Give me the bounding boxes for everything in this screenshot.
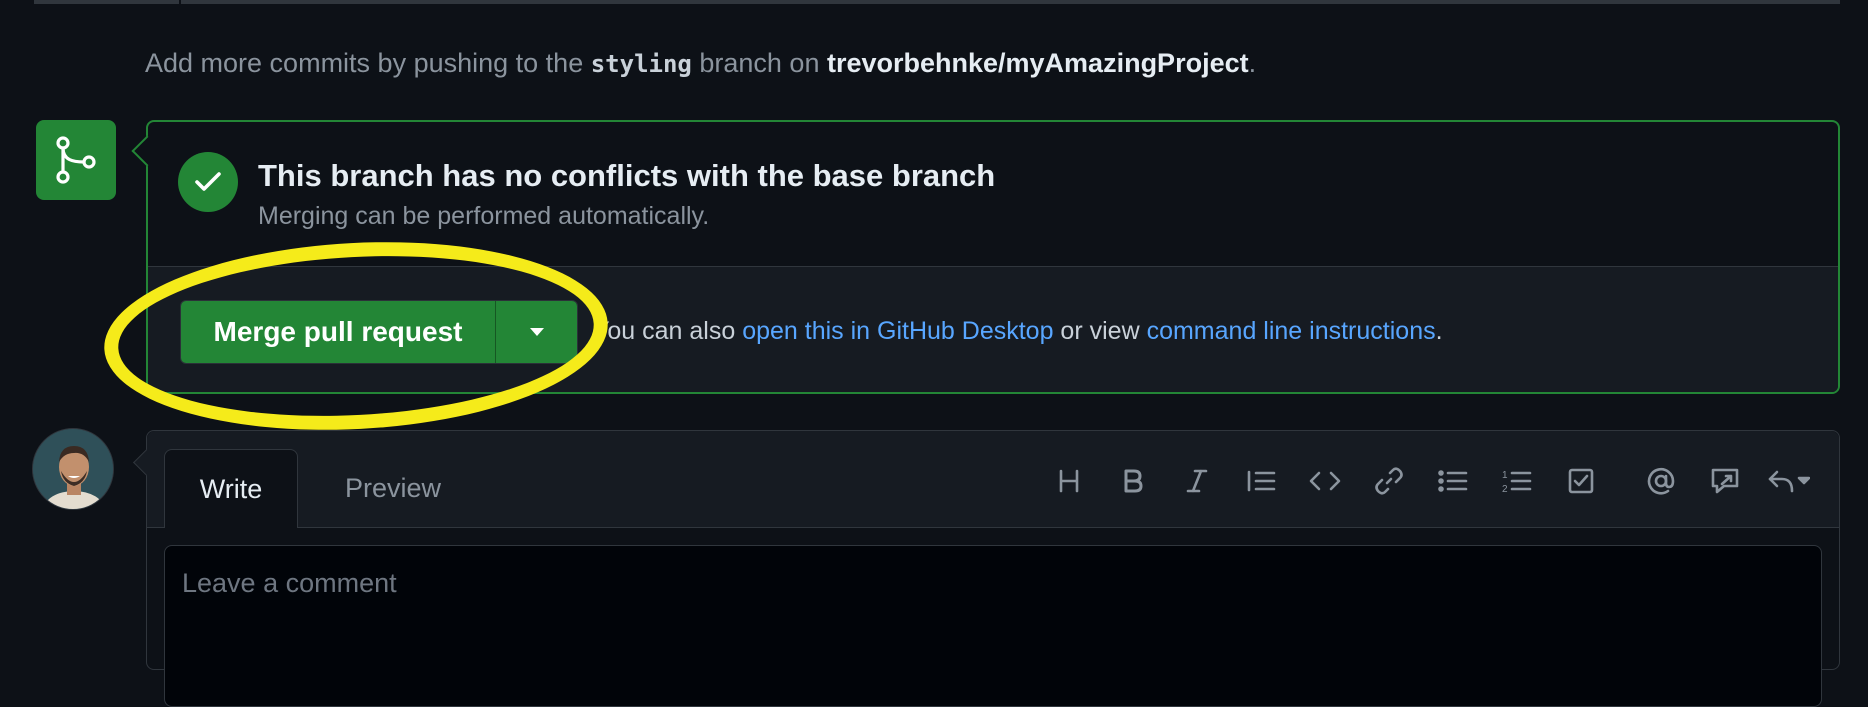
bold-icon[interactable] xyxy=(1101,461,1165,501)
timeline-divider xyxy=(34,0,1840,4)
reference-icon[interactable] xyxy=(1693,461,1757,501)
command-line-instructions-link[interactable]: command line instructions xyxy=(1147,317,1436,345)
saved-replies-icon[interactable] xyxy=(1757,461,1821,501)
merge-status-subtitle: Merging can be performed automatically. xyxy=(258,202,710,230)
comment-header: Write Preview 1 2 xyxy=(147,431,1839,528)
merge-options-dropdown[interactable] xyxy=(496,301,577,363)
push-hint-prefix: Add more commits by pushing to the xyxy=(145,48,591,78)
merge-pull-request-button[interactable]: Merge pull request xyxy=(181,301,496,363)
triangle-down-icon xyxy=(529,328,544,336)
also-suffix: . xyxy=(1435,317,1443,345)
repo-name: trevorbehnke/myAmazingProject xyxy=(826,48,1249,78)
svg-text:2: 2 xyxy=(1502,484,1508,494)
quote-icon[interactable] xyxy=(1229,461,1293,501)
comment-textarea[interactable]: Leave a comment xyxy=(164,545,1822,707)
push-hint-suffix: . xyxy=(1248,48,1257,78)
markdown-toolbar: 12 xyxy=(1037,461,1821,501)
open-in-desktop-link[interactable]: open this in GitHub Desktop xyxy=(742,317,1053,345)
merge-action-area: Merge pull request You can also open thi… xyxy=(148,266,1838,392)
git-merge-icon xyxy=(36,120,116,200)
bulleted-list-icon[interactable] xyxy=(1421,461,1485,501)
merge-box: This branch has no conflicts with the ba… xyxy=(146,120,1840,394)
push-hint-middle: branch on xyxy=(691,48,827,78)
merge-status-title: This branch has no conflicts with the ba… xyxy=(258,158,996,193)
task-list-icon[interactable] xyxy=(1549,461,1613,501)
numbered-list-icon[interactable]: 12 xyxy=(1485,461,1549,501)
mention-icon[interactable] xyxy=(1629,461,1693,501)
comment-box: Write Preview 1 2 Leave a comment xyxy=(146,430,1840,707)
merge-button-group: Merge pull request xyxy=(180,300,578,364)
avatar[interactable] xyxy=(32,428,114,510)
check-icon xyxy=(178,152,238,212)
also-prefix: You can also xyxy=(593,317,743,345)
push-hint: Add more commits by pushing to the styli… xyxy=(145,48,1256,79)
svg-text:1: 1 xyxy=(1502,470,1508,481)
tab-write[interactable]: Write xyxy=(164,449,298,528)
code-icon[interactable] xyxy=(1293,461,1357,501)
also-middle: or view xyxy=(1053,317,1147,345)
comment-placeholder: Leave a comment xyxy=(182,568,397,598)
italic-icon[interactable] xyxy=(1165,461,1229,501)
branch-name: styling xyxy=(590,50,692,78)
link-icon[interactable] xyxy=(1357,461,1421,501)
alternative-merge-text: You can also open this in GitHub Desktop… xyxy=(593,317,1443,346)
heading-icon[interactable] xyxy=(1037,461,1101,501)
tab-preview[interactable]: Preview xyxy=(313,449,473,528)
